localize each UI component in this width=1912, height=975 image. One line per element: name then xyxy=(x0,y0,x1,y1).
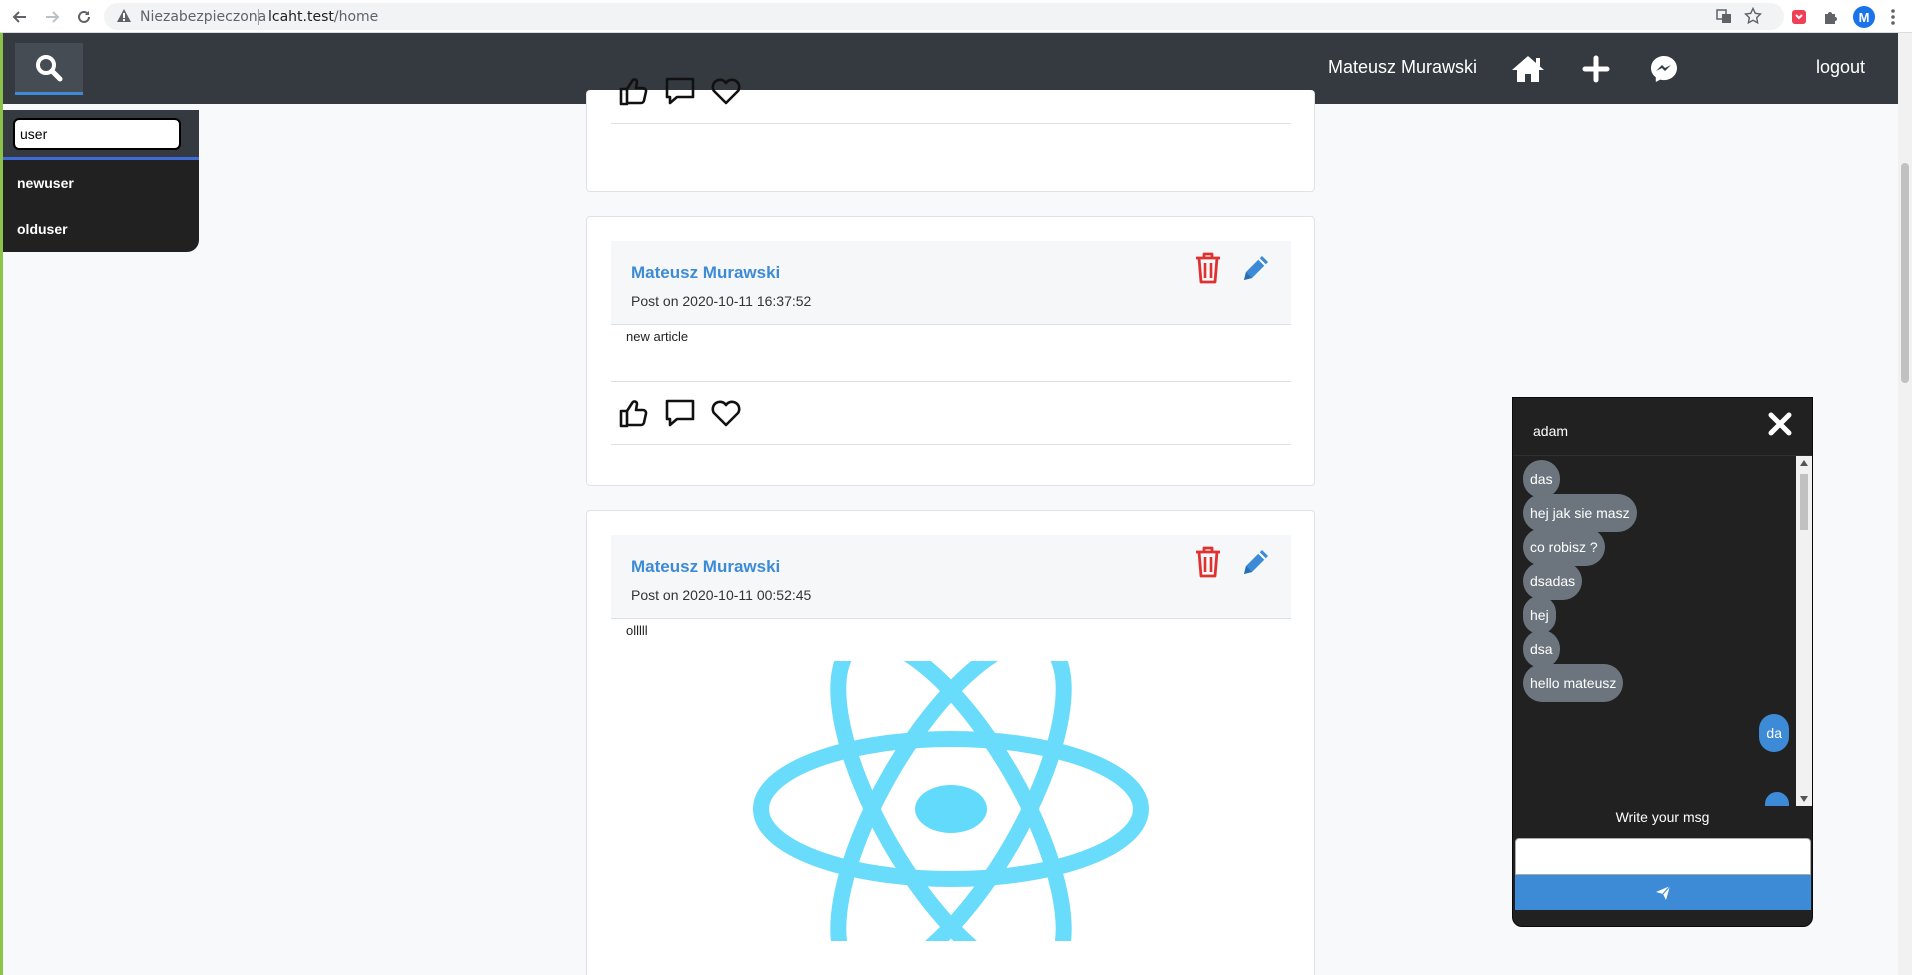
chat-message: hello mateusz xyxy=(1523,664,1624,702)
back-icon[interactable] xyxy=(8,5,32,29)
chat-input-label: Write your msg xyxy=(1615,809,1710,825)
chat-messages: das hej jak sie masz co robisz ? dsadas … xyxy=(1513,456,1812,806)
chat-message-input[interactable] xyxy=(1515,838,1811,875)
trash-icon[interactable] xyxy=(1193,251,1223,285)
post-card: Mateusz Murawski Post on 2020-10-11 00:5… xyxy=(586,510,1315,975)
nav-user-name[interactable]: Mateusz Murawski xyxy=(1328,57,1477,78)
url-text: lcaht.test/home xyxy=(268,9,378,25)
chat-message: co robisz ? xyxy=(1523,528,1605,566)
post-author-link[interactable]: Mateusz Murawski xyxy=(631,557,780,577)
chat-window: adam das hej jak sie masz co robisz ? ds… xyxy=(1512,397,1813,927)
post-date: Post on 2020-10-11 00:52:45 xyxy=(631,587,812,603)
search-icon xyxy=(36,54,63,81)
scroll-down-icon[interactable] xyxy=(1800,796,1808,802)
post-date: Post on 2020-10-11 16:37:52 xyxy=(631,293,812,309)
chat-scrollbar[interactable] xyxy=(1796,456,1812,806)
close-icon[interactable] xyxy=(1766,410,1794,438)
profile-initial: M xyxy=(1853,6,1875,28)
search-input-wrapper xyxy=(3,110,199,160)
react-logo-image xyxy=(753,661,1149,941)
trash-icon[interactable] xyxy=(1193,545,1223,579)
plus-icon[interactable] xyxy=(1576,49,1616,89)
page-scrollbar-thumb[interactable] xyxy=(1901,163,1909,383)
url-host: lcaht.test xyxy=(268,9,334,25)
search-dropdown: newuser olduser xyxy=(3,110,199,252)
chat-scrollbar-thumb[interactable] xyxy=(1800,474,1808,530)
like-icon[interactable] xyxy=(617,396,651,430)
url-path: /home xyxy=(333,9,379,25)
logout-link[interactable]: logout xyxy=(1816,57,1865,78)
scroll-up-icon[interactable] xyxy=(1800,460,1808,466)
star-icon[interactable] xyxy=(1743,6,1763,30)
heart-icon[interactable] xyxy=(709,396,743,430)
paper-plane-icon xyxy=(1656,885,1671,900)
post-card: Mateusz Murawski Post on 2020-10-11 16:3… xyxy=(586,216,1315,486)
like-icon[interactable] xyxy=(617,74,651,108)
search-result-item[interactable]: olduser xyxy=(3,206,199,252)
chat-message: dsadas xyxy=(1523,562,1583,600)
chat-message-own: da xyxy=(1759,714,1789,752)
divider xyxy=(258,9,259,25)
reload-icon[interactable] xyxy=(72,5,96,29)
home-icon[interactable] xyxy=(1508,49,1548,89)
chat-message: das xyxy=(1523,460,1560,498)
post-header: Mateusz Murawski Post on 2020-10-11 00:5… xyxy=(611,535,1291,619)
chat-message: hej xyxy=(1523,596,1556,634)
edit-pencil-icon[interactable] xyxy=(1239,251,1273,285)
kebab-menu-icon[interactable] xyxy=(1890,5,1896,29)
post-text: olllll xyxy=(626,623,648,638)
address-bar[interactable]: Niezabezpieczona lcaht.test/home xyxy=(104,3,1784,30)
chat-message: hej jak sie masz xyxy=(1523,494,1637,532)
chat-header: adam xyxy=(1513,398,1812,456)
messenger-icon[interactable] xyxy=(1644,49,1684,89)
post-author-link[interactable]: Mateusz Murawski xyxy=(631,263,780,283)
browser-toolbar: Niezabezpieczona lcaht.test/home M xyxy=(0,0,1912,33)
page-scrollbar[interactable] xyxy=(1898,33,1912,975)
chat-message: dsa xyxy=(1523,630,1560,668)
extensions-puzzle-icon[interactable] xyxy=(1822,5,1840,29)
edit-pencil-icon[interactable] xyxy=(1239,545,1273,579)
forward-icon[interactable] xyxy=(40,5,64,29)
search-button[interactable] xyxy=(15,43,83,95)
chat-message-own xyxy=(1765,792,1789,806)
insecure-label: Niezabezpieczona xyxy=(140,9,267,25)
extension-pocket-icon[interactable] xyxy=(1790,5,1808,29)
search-input[interactable] xyxy=(13,118,181,150)
chat-contact-name: adam xyxy=(1533,423,1569,439)
post-actions xyxy=(611,381,1291,445)
comment-icon[interactable] xyxy=(663,74,697,108)
post-card xyxy=(586,77,1315,192)
post-actions xyxy=(611,60,1291,124)
post-header: Mateusz Murawski Post on 2020-10-11 16:3… xyxy=(611,241,1291,325)
profile-avatar[interactable]: M xyxy=(1853,5,1875,29)
search-result-item[interactable]: newuser xyxy=(3,160,199,206)
warning-icon xyxy=(116,8,132,29)
comment-icon[interactable] xyxy=(663,396,697,430)
translate-icon[interactable] xyxy=(1716,8,1732,29)
heart-icon[interactable] xyxy=(709,74,743,108)
send-button[interactable] xyxy=(1515,875,1811,910)
post-text: new article xyxy=(626,329,689,344)
